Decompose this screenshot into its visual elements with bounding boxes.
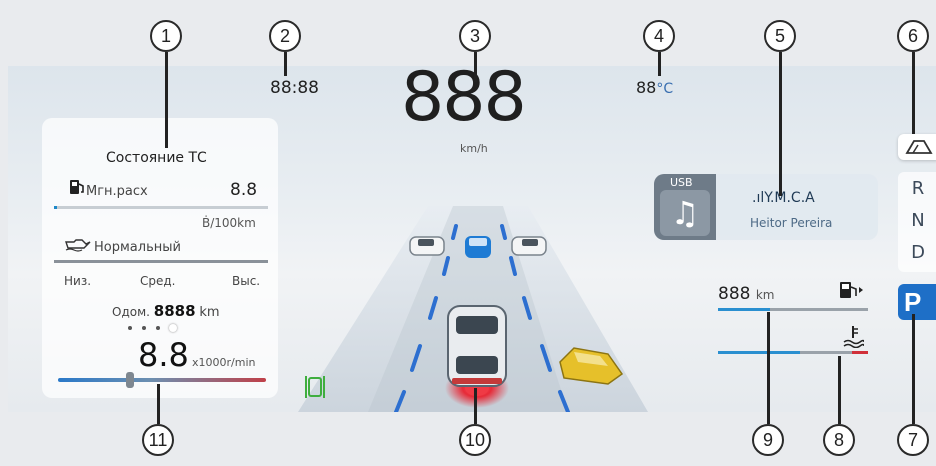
driving-mode-icon xyxy=(905,140,933,154)
coolant-level-bar xyxy=(718,351,868,354)
range-unit: km xyxy=(755,288,775,302)
oil-status-text: Нормальный xyxy=(94,240,181,255)
gear-r[interactable]: R xyxy=(898,178,936,199)
oil-level-high: Выс. xyxy=(232,274,261,288)
callout-2: 2 xyxy=(269,20,301,52)
right-car-icon xyxy=(511,236,547,256)
gear-d[interactable]: D xyxy=(898,242,936,263)
left-car-icon xyxy=(409,236,445,256)
fuel-level-bar xyxy=(718,308,868,311)
rpm-value: 8.8 xyxy=(138,336,189,374)
coolant-hot-segment xyxy=(852,351,868,354)
lead-car-icon xyxy=(465,236,491,258)
gear-n[interactable]: N xyxy=(898,210,936,231)
page-dot-active[interactable] xyxy=(169,324,177,332)
media-card[interactable]: USB ♫ .ılY.M.C.A Heitor Pereira xyxy=(654,174,878,240)
callout-7-leader xyxy=(912,314,915,424)
callout-5: 5 xyxy=(764,20,796,52)
callout-10: 10 xyxy=(459,424,491,456)
callout-9: 9 xyxy=(752,424,784,456)
oil-can-icon xyxy=(65,239,91,252)
outside-temperature: 88°C xyxy=(636,78,673,97)
odometer-value: 8888 xyxy=(153,302,196,320)
consumption-unit: Ḃ/100km xyxy=(202,216,256,230)
coolant-temperature-icon xyxy=(843,326,864,348)
fuel-pump-icon xyxy=(70,180,84,194)
odometer-label: Одом. xyxy=(112,305,150,319)
odometer: Одом. 8888 km xyxy=(112,302,220,320)
temperature-unit: °C xyxy=(656,81,674,97)
coolant-level-fill xyxy=(718,351,800,354)
consumption-label: Мгн.расх xyxy=(86,184,148,199)
range-value: 888 xyxy=(718,284,751,304)
consumption-bar-fill xyxy=(54,206,57,209)
page-indicator xyxy=(128,324,198,332)
callout-8-leader xyxy=(838,356,841,424)
vehicle-status-card: Состояние ТС Мгн.расх 8.8 Ḃ/100km Нормал… xyxy=(42,118,278,398)
speed-value: 888 xyxy=(401,66,527,137)
instrument-cluster: 88:88 888 km/h 88°C Состояние ТС Мгн.рас… xyxy=(8,66,936,412)
music-note-icon: ♫ xyxy=(660,190,710,236)
callout-2-leader xyxy=(284,52,287,76)
callout-7: 7 xyxy=(897,424,929,456)
media-source: USB xyxy=(670,176,693,189)
vehicle-status-title: Состояние ТС xyxy=(106,150,207,166)
callout-9-leader xyxy=(767,312,770,424)
gear-selector: R N D xyxy=(898,172,936,272)
clock: 88:88 xyxy=(270,78,319,98)
fuel-icon xyxy=(840,282,863,298)
page-dot[interactable] xyxy=(156,326,160,330)
callout-11: 11 xyxy=(142,424,174,456)
rpm-needle xyxy=(126,372,134,388)
usb-source-badge: USB ♫ xyxy=(654,174,716,240)
rpm-bar xyxy=(58,378,266,382)
oil-level-bar xyxy=(54,260,268,263)
speed-unit: km/h xyxy=(460,142,488,155)
consumption-value: 8.8 xyxy=(230,180,258,200)
consumption-bar xyxy=(54,206,268,209)
gear-p-active[interactable]: P xyxy=(898,284,936,320)
ego-car-icon xyxy=(447,305,507,387)
callout-4-leader xyxy=(658,52,661,76)
callout-1: 1 xyxy=(150,20,182,52)
driving-mode-button[interactable] xyxy=(898,134,936,160)
callout-11-leader xyxy=(157,384,160,424)
fuel-level-fill xyxy=(718,308,770,311)
range-display: 888 km xyxy=(718,284,775,304)
odometer-unit: km xyxy=(199,305,220,320)
oil-level-low: Низ. xyxy=(64,274,92,288)
callout-10-leader xyxy=(474,388,477,424)
page-dot[interactable] xyxy=(128,326,132,330)
callout-3: 3 xyxy=(459,20,491,52)
rpm-unit: x1000r/min xyxy=(192,356,256,369)
temperature-value: 88 xyxy=(636,78,657,97)
callout-5-leader xyxy=(779,52,782,196)
callout-4: 4 xyxy=(643,20,675,52)
callout-6-leader xyxy=(912,52,915,134)
song-title: .ılY.M.C.A xyxy=(752,190,815,206)
callout-3-leader xyxy=(474,52,477,82)
artist-name: Heitor Pereira xyxy=(750,216,833,230)
page-dot[interactable] xyxy=(142,326,146,330)
oil-level-mid: Сред. xyxy=(140,274,176,288)
callout-8: 8 xyxy=(823,424,855,456)
callout-6: 6 xyxy=(897,20,929,52)
callout-1-leader xyxy=(165,52,168,148)
